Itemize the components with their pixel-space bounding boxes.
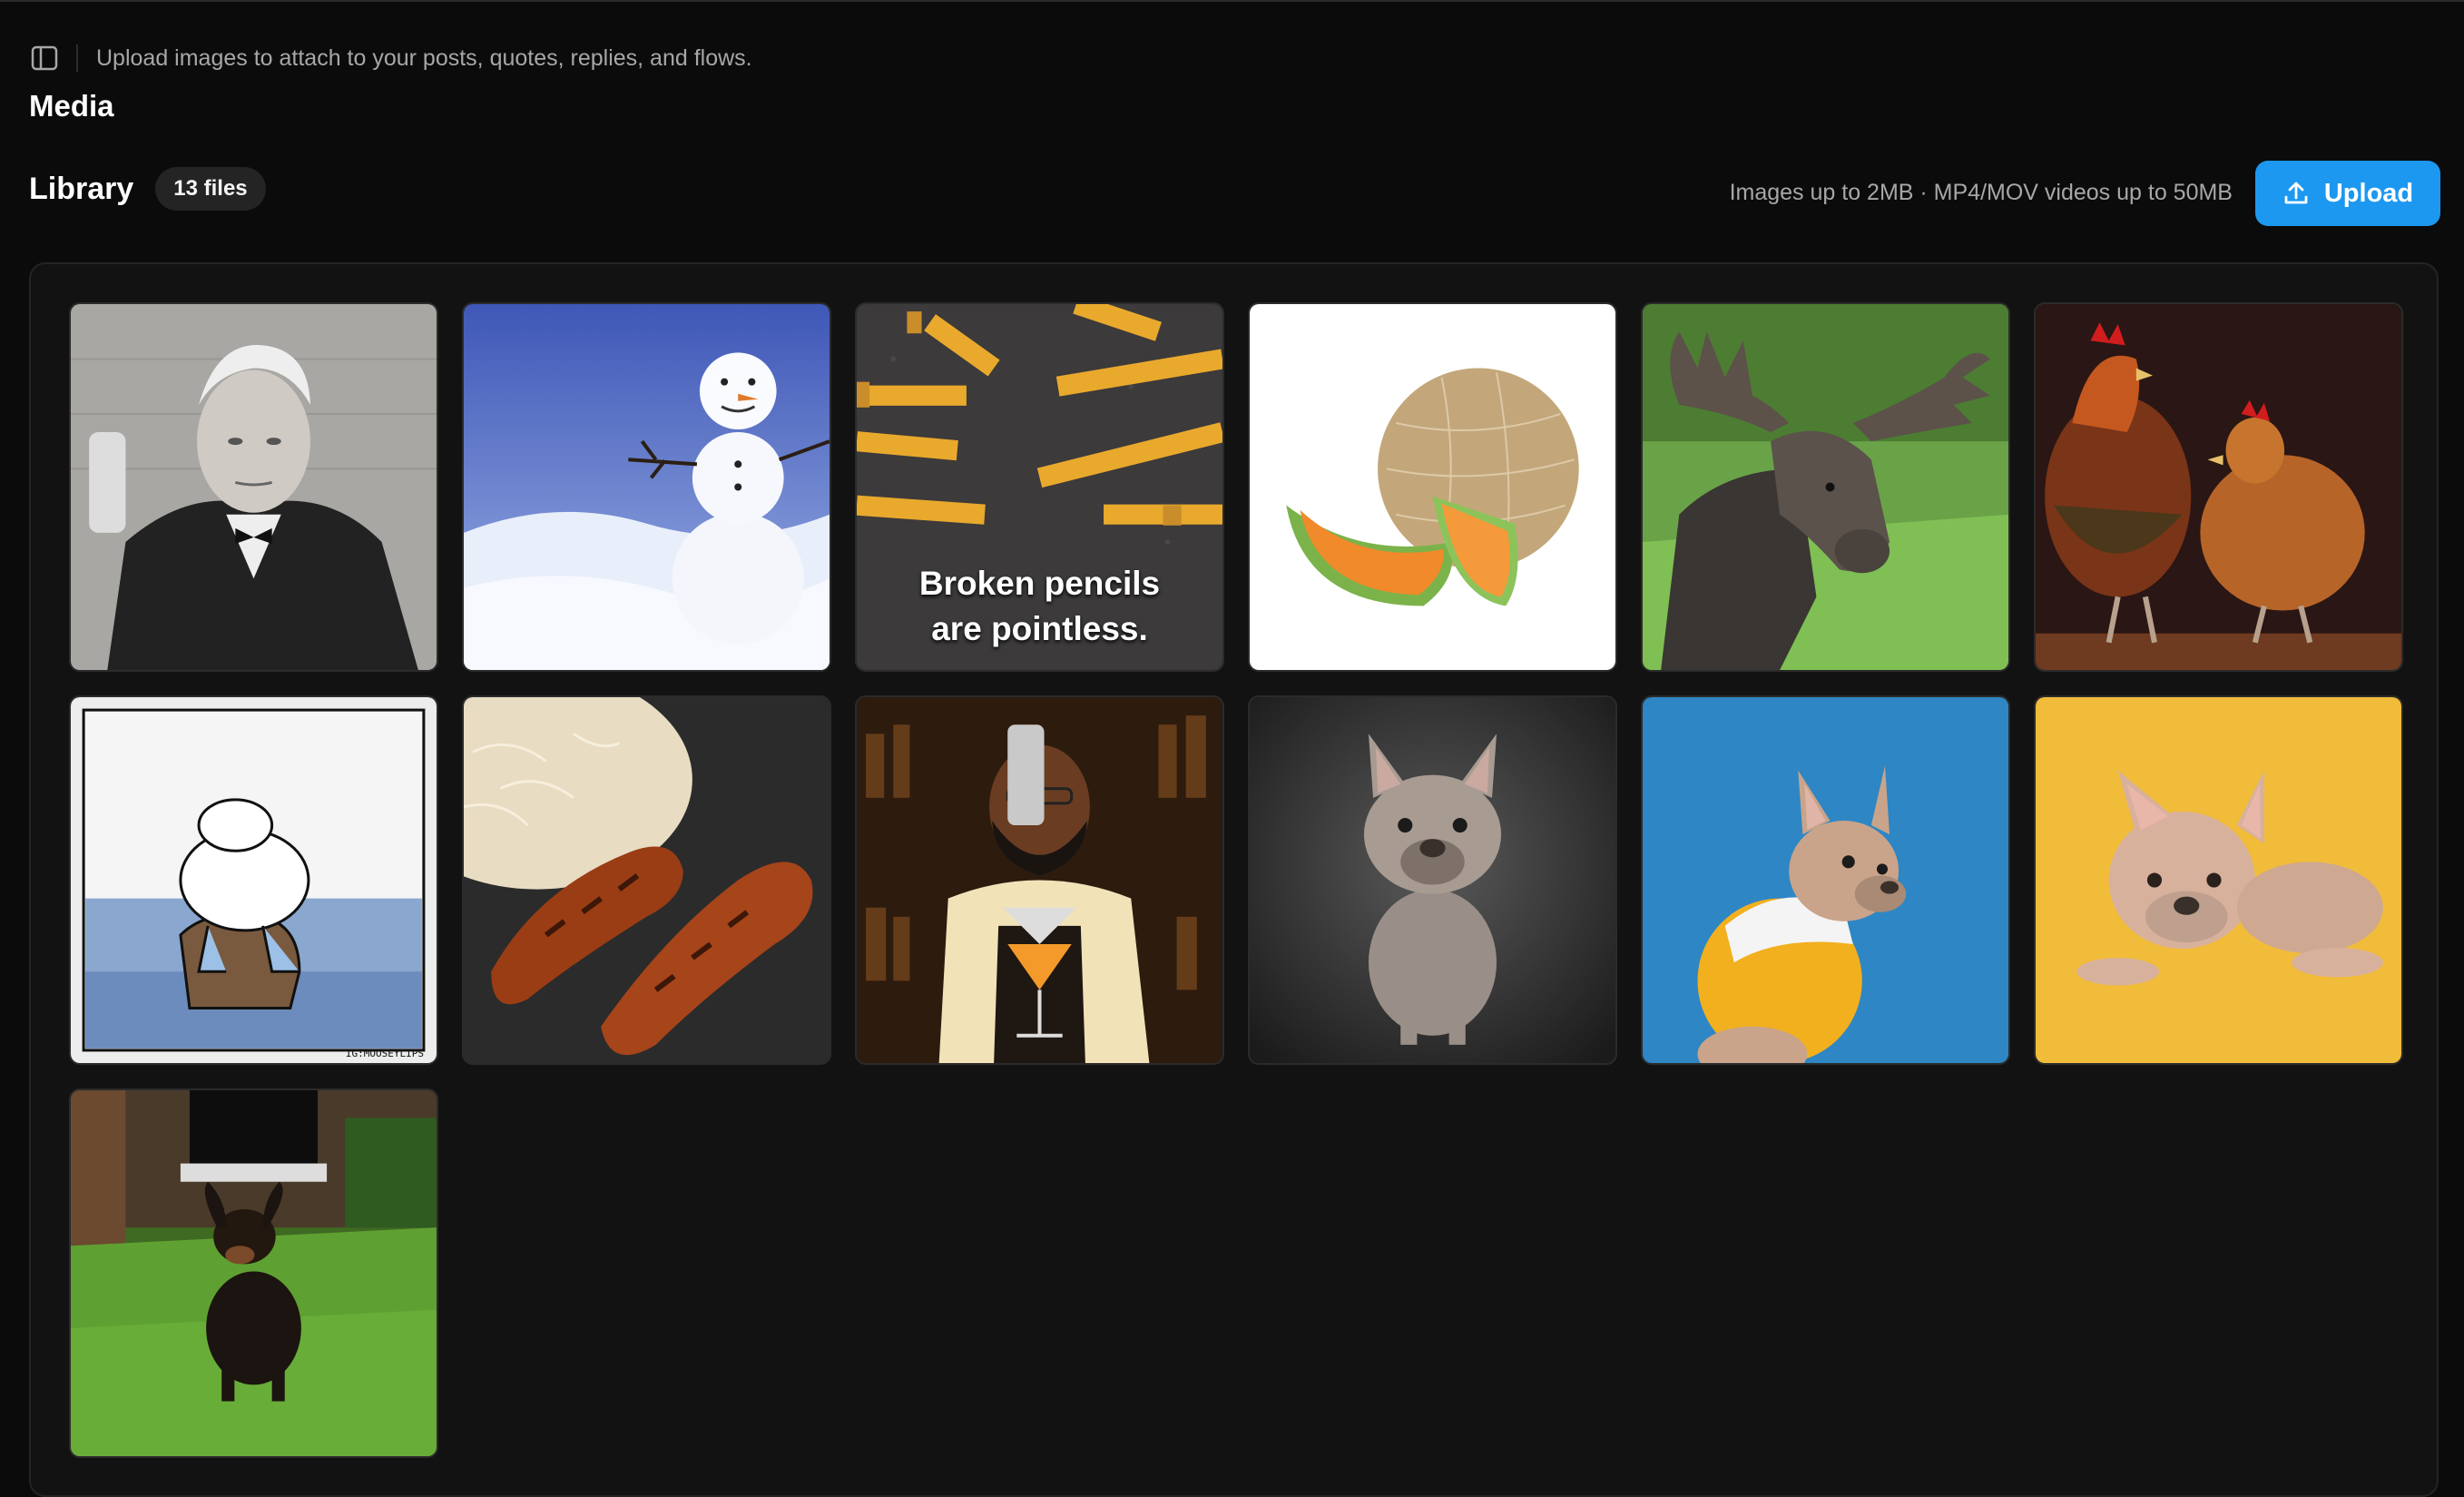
caption-line-1: Broken pencils xyxy=(918,565,1161,602)
upload-icon xyxy=(2284,182,2308,204)
media-tile-cantaloupe[interactable] xyxy=(1248,302,1617,672)
bartender-image xyxy=(857,697,1222,1063)
library-title: Library xyxy=(29,171,134,206)
top-border xyxy=(0,0,2464,2)
media-grid: Broken pencils are pointless. IG:MOOSEYL… xyxy=(29,262,2439,1497)
header-row: Upload images to attach to your posts, q… xyxy=(29,40,752,76)
sausages-image xyxy=(464,697,830,1063)
upload-button[interactable]: Upload xyxy=(2255,161,2440,226)
media-tile-dachshund-running[interactable] xyxy=(69,1088,438,1458)
moose-image xyxy=(1643,304,2008,670)
edison-portrait-image xyxy=(71,304,437,670)
dachshund-running-image xyxy=(71,1090,437,1456)
page-subtitle: Upload images to attach to your posts, q… xyxy=(96,44,752,71)
upload-label: Upload xyxy=(2323,178,2414,208)
media-tile-bartender[interactable] xyxy=(855,695,1224,1065)
sidebar-panel-icon[interactable] xyxy=(29,43,60,74)
media-tile-french-bulldog-gray[interactable] xyxy=(1248,695,1617,1065)
media-tile-french-bulldog-hoodie[interactable] xyxy=(1641,695,2010,1065)
media-tile-moose[interactable] xyxy=(1641,302,2010,672)
snowman-image xyxy=(464,304,830,670)
cartoon-rock-image xyxy=(71,697,437,1063)
chickens-image xyxy=(2036,304,2401,670)
french-bulldog-gray-image xyxy=(1250,697,1615,1063)
cantaloupe-image xyxy=(1250,304,1615,670)
pencil-caption: Broken pencils are pointless. xyxy=(857,561,1222,652)
page-title: Media xyxy=(29,89,114,123)
french-bulldog-hoodie-image xyxy=(1643,697,2008,1063)
media-tile-edison-portrait[interactable] xyxy=(69,302,438,672)
media-tile-snowman[interactable] xyxy=(462,302,831,672)
french-bulldog-yellow-image xyxy=(2036,697,2401,1063)
caption-line-2: are pointless. xyxy=(931,610,1148,647)
media-tile-cartoon-rock[interactable]: IG:MOOSEYLIPS xyxy=(69,695,438,1065)
media-tile-sausages[interactable] xyxy=(462,695,831,1065)
header-divider xyxy=(76,44,78,72)
upload-limits: Images up to 2MB · MP4/MOV videos up to … xyxy=(1729,180,2233,205)
library-header: Library 13 files xyxy=(29,167,266,211)
tile-watermark: IG:MOOSEYLIPS xyxy=(345,1048,424,1059)
file-count-badge: 13 files xyxy=(155,167,266,211)
media-tile-broken-pencils[interactable]: Broken pencils are pointless. xyxy=(855,302,1224,672)
media-tile-french-bulldog-yellow[interactable] xyxy=(2034,695,2403,1065)
media-tile-chickens[interactable] xyxy=(2034,302,2403,672)
